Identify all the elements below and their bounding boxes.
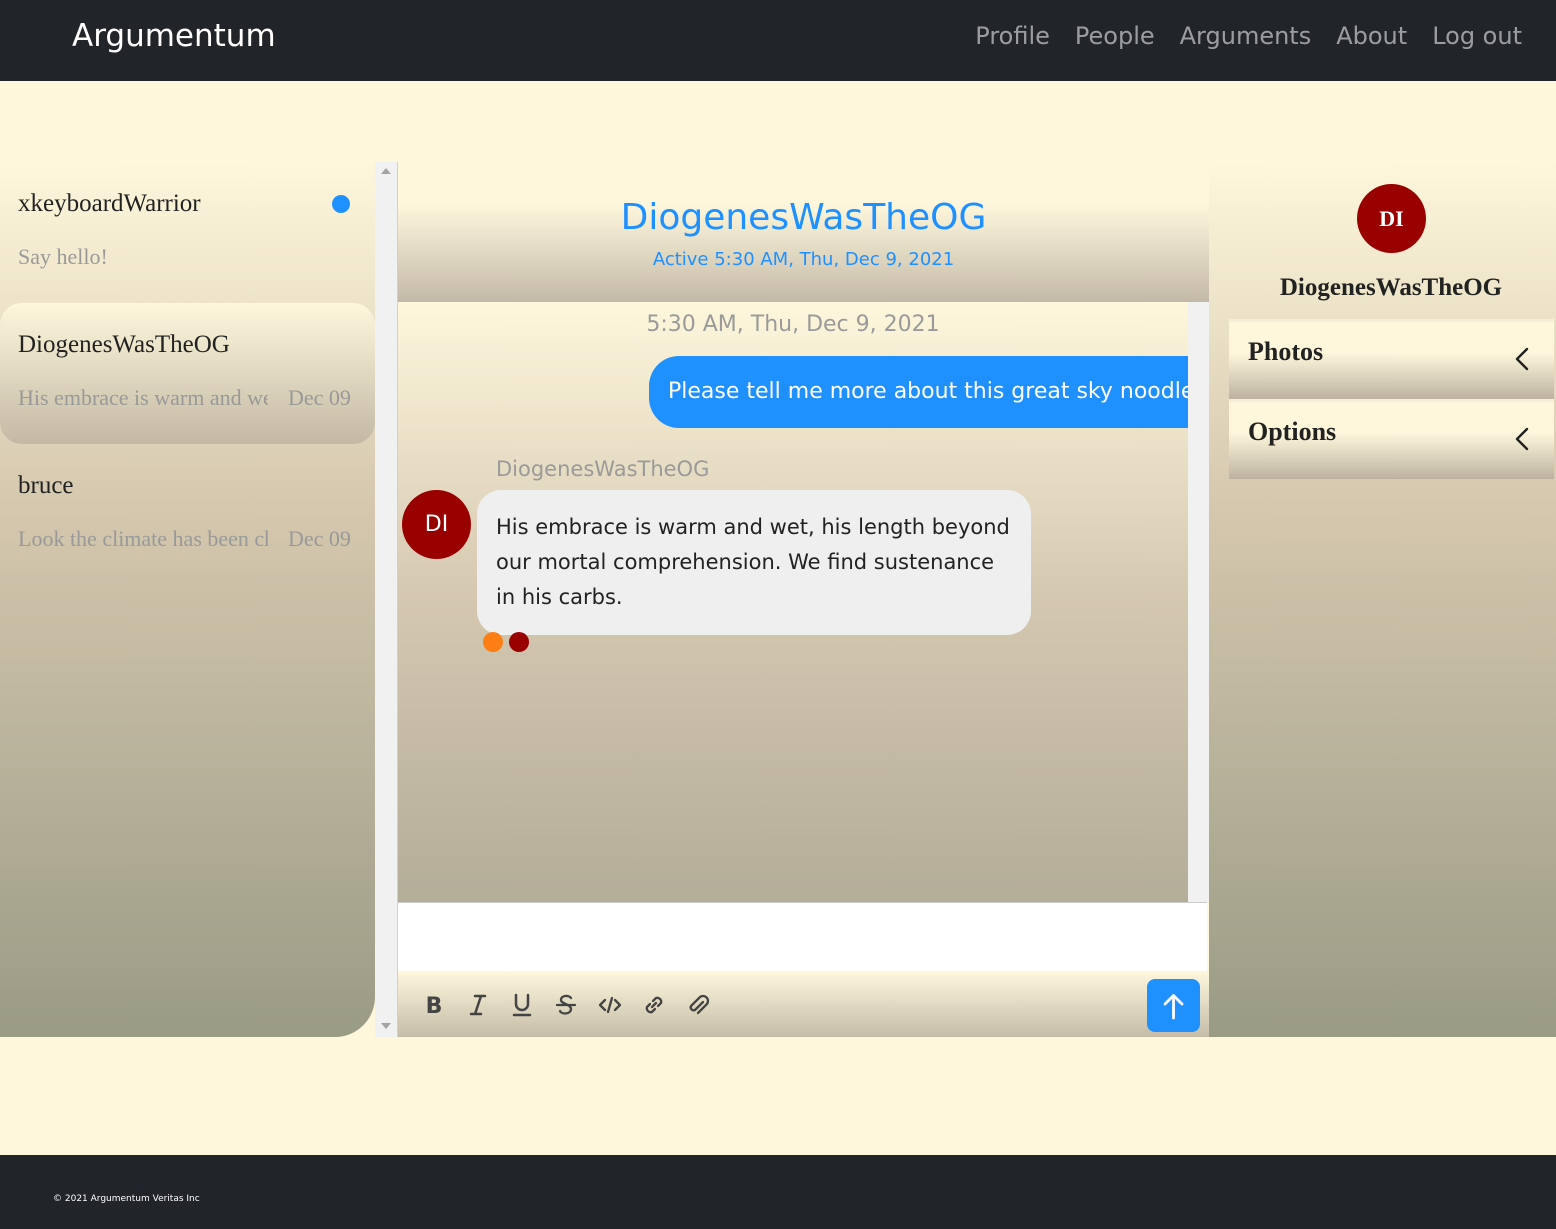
navbar: Argumentum Profile People Arguments Abou… bbox=[0, 0, 1556, 81]
nav-link-profile[interactable]: Profile bbox=[975, 22, 1050, 50]
chat-title[interactable]: DiogenesWasTheOG bbox=[398, 197, 1209, 238]
scroll-down-icon[interactable] bbox=[381, 1023, 391, 1029]
conversation-name: bruce bbox=[18, 472, 74, 499]
chat-panel: DiogenesWasTheOG Active 5:30 AM, Thu, De… bbox=[397, 162, 1223, 1037]
message-input[interactable] bbox=[398, 902, 1207, 972]
profile-avatar[interactable]: DI bbox=[1357, 184, 1426, 253]
message-timestamp: 5:30 AM, Thu, Dec 9, 2021 bbox=[646, 312, 940, 337]
conversation-date: Dec 09 bbox=[288, 385, 351, 410]
arrow-up-icon bbox=[1163, 994, 1184, 1020]
footer-copyright: © 2021 Argumentum Veritas Inc bbox=[53, 1194, 200, 1204]
nav-link-people[interactable]: People bbox=[1075, 22, 1155, 50]
conversation-item[interactable]: bruce Look the climate has been changing… bbox=[0, 444, 375, 585]
reaction-dot[interactable] bbox=[483, 632, 503, 652]
profile-panel: DI DiogenesWasTheOG Photos Options bbox=[1209, 162, 1556, 1037]
conversation-preview: His embrace is warm and wet, his length … bbox=[18, 385, 268, 410]
code-icon[interactable] bbox=[596, 991, 624, 1019]
message-list: 5:30 AM, Thu, Dec 9, 2021 Please tell me… bbox=[398, 302, 1223, 902]
conversation-preview: Look the climate has been changing bbox=[18, 526, 268, 551]
chat-header: DiogenesWasTheOG Active 5:30 AM, Thu, De… bbox=[398, 162, 1209, 302]
conversation-name: DiogenesWasTheOG bbox=[18, 331, 230, 358]
footer: © 2021 Argumentum Veritas Inc bbox=[0, 1155, 1556, 1229]
conversation-name: xkeyboardWarrior bbox=[18, 190, 201, 217]
attach-icon[interactable] bbox=[684, 991, 712, 1019]
message-sender: DiogenesWasTheOG bbox=[496, 457, 710, 481]
nav-link-arguments[interactable]: Arguments bbox=[1180, 22, 1312, 50]
conversation-list: xkeyboardWarrior Say hello! DiogenesWasT… bbox=[0, 162, 375, 1037]
unread-indicator bbox=[332, 195, 350, 213]
bold-icon[interactable]: B bbox=[420, 991, 448, 1019]
italic-icon[interactable] bbox=[464, 991, 492, 1019]
nav-links: Profile People Arguments About Log out bbox=[975, 22, 1522, 50]
conversation-scrollbar[interactable] bbox=[375, 162, 397, 1037]
reaction-dot[interactable] bbox=[509, 632, 529, 652]
chevron-left-icon bbox=[1515, 427, 1529, 451]
link-icon[interactable] bbox=[640, 991, 668, 1019]
chevron-left-icon bbox=[1515, 347, 1529, 371]
conversation-item[interactable]: xkeyboardWarrior Say hello! bbox=[0, 162, 375, 303]
scroll-up-icon[interactable] bbox=[381, 168, 391, 174]
message-scrollbar[interactable] bbox=[1188, 302, 1209, 902]
avatar[interactable]: DI bbox=[402, 490, 471, 559]
strikethrough-icon[interactable] bbox=[552, 991, 580, 1019]
profile-name: DiogenesWasTheOG bbox=[1279, 274, 1503, 301]
options-accordion[interactable]: Options bbox=[1229, 399, 1554, 479]
nav-link-about[interactable]: About bbox=[1336, 22, 1407, 50]
accordion-label: Options bbox=[1248, 417, 1337, 446]
underline-icon[interactable] bbox=[508, 991, 536, 1019]
svg-text:B: B bbox=[426, 994, 443, 1019]
nav-link-logout[interactable]: Log out bbox=[1432, 22, 1522, 50]
formatting-toolbar: B bbox=[398, 971, 1209, 1037]
conversation-preview: Say hello! bbox=[18, 244, 108, 269]
chat-status: Active 5:30 AM, Thu, Dec 9, 2021 bbox=[652, 249, 955, 270]
conversation-date: Dec 09 bbox=[288, 526, 351, 551]
send-button[interactable] bbox=[1147, 979, 1200, 1032]
incoming-message[interactable]: His embrace is warm and wet, his length … bbox=[477, 490, 1031, 635]
conversation-item-active[interactable]: DiogenesWasTheOG His embrace is warm and… bbox=[0, 303, 375, 444]
accordion-label: Photos bbox=[1248, 337, 1324, 366]
outgoing-message[interactable]: Please tell me more about this great sky… bbox=[649, 356, 1223, 428]
photos-accordion[interactable]: Photos bbox=[1229, 319, 1554, 399]
brand-logo[interactable]: Argumentum bbox=[72, 18, 276, 54]
